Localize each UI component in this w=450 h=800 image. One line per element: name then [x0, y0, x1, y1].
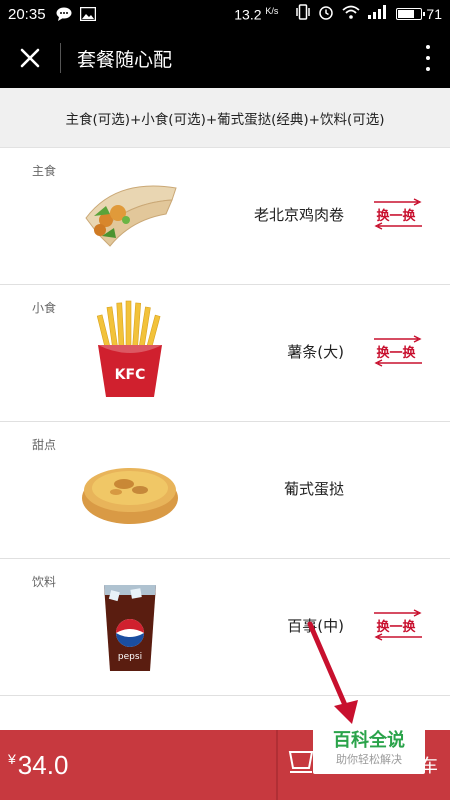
category-label: 甜点: [32, 438, 57, 452]
more-options-button[interactable]: [420, 42, 436, 74]
category-label: 小食: [32, 301, 57, 315]
combo-item-drink: 饮料 pepsi 百事(中) 换一换: [0, 559, 450, 696]
alarm-icon: [318, 4, 334, 24]
item-name: 葡式蛋挞: [283, 480, 344, 498]
title-bar: 套餐随心配: [0, 28, 450, 88]
total-price: ¥34.0: [8, 750, 68, 781]
chicken-wrap-image: [76, 158, 184, 266]
pepsi-cup-image: pepsi: [76, 569, 184, 677]
close-button[interactable]: [0, 28, 60, 88]
item-name: 老北京鸡肉卷: [253, 206, 344, 224]
status-right-group: 13.2 K/s 71: [234, 0, 442, 28]
swap-button[interactable]: 换一换: [370, 335, 426, 367]
more-dot-icon: [426, 45, 430, 49]
swap-button[interactable]: 换一换: [370, 198, 426, 230]
combo-item-dessert: 甜点 葡式蛋挞: [0, 422, 450, 559]
french-fries-image: KFC: [76, 295, 184, 403]
more-dot-icon: [426, 56, 430, 60]
network-speed: 13.2 K/s: [234, 5, 279, 23]
image-notification-icon: [79, 6, 96, 22]
more-dot-icon: [426, 67, 430, 71]
swap-button[interactable]: 换一换: [370, 609, 426, 641]
status-time: 20:35: [8, 5, 46, 23]
title-divider: [60, 43, 61, 73]
swap-label: 换一换: [376, 620, 416, 635]
chat-notification-icon: [56, 7, 72, 21]
category-label: 主食: [32, 164, 57, 178]
swap-label: 换一换: [376, 346, 416, 361]
price-value: 34.0: [17, 750, 69, 780]
page-title: 套餐随心配: [77, 48, 173, 71]
cart-icon: [288, 751, 314, 773]
swap-label: 换一换: [376, 209, 416, 224]
watermark-title: 百科全说: [333, 730, 405, 751]
combo-description: 主食(可选)+小食(可选)+葡式蛋挞(经典)+饮料(可选): [0, 88, 450, 148]
egg-tart-image: [76, 432, 184, 540]
watermark-badge: 百科全说 助你轻松解决: [313, 726, 425, 774]
item-name: 薯条(大): [287, 343, 344, 361]
currency-symbol: ¥: [8, 751, 16, 767]
close-icon: [20, 48, 40, 68]
status-bar: 20:35 13.2 K/s 71: [0, 0, 450, 28]
svg-text:KFC: KFC: [115, 367, 146, 383]
watermark-subtitle: 助你轻松解决: [336, 753, 402, 766]
category-label: 饮料: [32, 575, 57, 589]
combo-item-side: 小食 KFC 薯条(大) 换一换: [0, 285, 450, 422]
svg-text:pepsi: pepsi: [118, 652, 142, 662]
battery-icon: [396, 8, 426, 20]
wifi-icon: [342, 5, 361, 23]
vibrate-icon: [296, 4, 311, 24]
annotation-arrow-icon: [307, 621, 358, 724]
combo-item-main: 主食 老北京鸡肉卷 换一换: [0, 148, 450, 285]
signal-icon: [368, 5, 388, 23]
battery-level: 71: [426, 6, 442, 22]
